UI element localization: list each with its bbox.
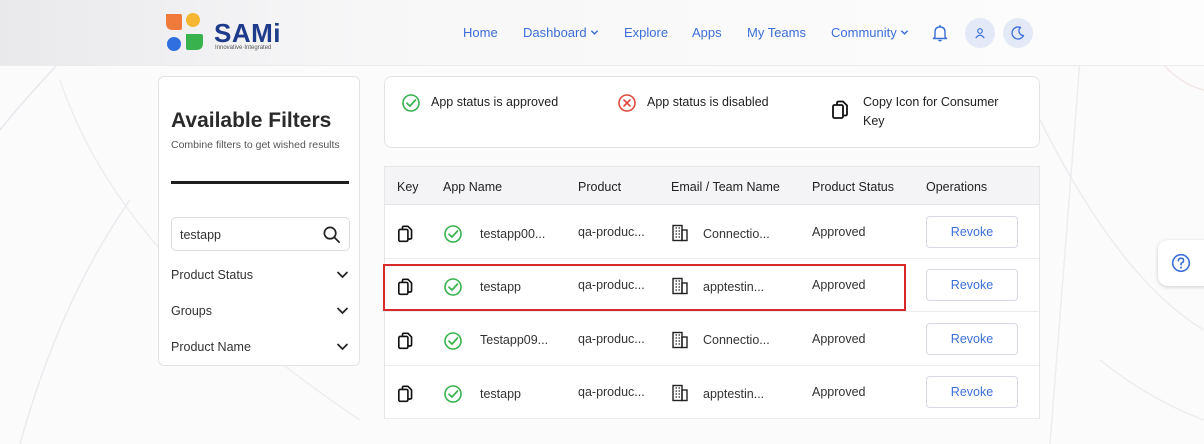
- chevron-down-icon: [336, 307, 349, 315]
- revoke-button[interactable]: Revoke: [926, 376, 1018, 408]
- chevron-down-icon: [900, 30, 908, 35]
- app-name-cell: Testapp09...: [480, 333, 549, 347]
- team-cell: Connectio...: [703, 333, 770, 347]
- col-email-team: Email / Team Name: [671, 180, 780, 194]
- app-name-cell: testapp: [480, 280, 522, 294]
- status-legend: App status is approved App status is dis…: [384, 76, 1040, 148]
- col-product: Product: [578, 180, 622, 194]
- filter-label: Groups: [171, 304, 212, 318]
- filter-product-name[interactable]: Product Name: [171, 338, 349, 358]
- building-icon: [672, 277, 688, 295]
- table-row: Testapp09... qa-produc... Connectio... A…: [385, 313, 1039, 366]
- check-circle-icon: [444, 385, 462, 403]
- table-row: testapp qa-produc... apptestin... Approv…: [385, 366, 1039, 419]
- team-cell: Connectio...: [703, 227, 770, 241]
- product-cell: qa-produc...: [578, 385, 645, 399]
- filters-divider: [171, 181, 349, 184]
- filter-label: Product Status: [171, 268, 253, 282]
- nav-explore[interactable]: Explore: [624, 25, 668, 40]
- copy-key-icon[interactable]: [397, 277, 417, 297]
- filter-label: Product Name: [171, 340, 251, 354]
- legend-disabled-text: App status is disabled: [647, 95, 769, 109]
- copy-key-icon[interactable]: [397, 331, 417, 351]
- status-cell: Approved: [812, 385, 866, 399]
- check-circle-icon: [402, 94, 420, 112]
- theme-toggle-button[interactable]: [1003, 18, 1033, 48]
- check-circle-icon: [444, 278, 462, 296]
- col-key: Key: [397, 180, 419, 194]
- nav-dashboard[interactable]: Dashboard: [523, 25, 599, 40]
- table-row: testapp qa-produc... apptestin... Approv…: [385, 259, 1039, 312]
- team-cell: apptestin...: [703, 387, 765, 401]
- building-icon: [672, 331, 688, 349]
- app-search-input[interactable]: testapp: [171, 217, 350, 251]
- user-profile-button[interactable]: [965, 18, 995, 48]
- x-circle-icon: [618, 94, 636, 112]
- help-button[interactable]: [1158, 240, 1204, 286]
- status-cell: Approved: [812, 225, 866, 239]
- col-app-name: App Name: [443, 180, 503, 194]
- product-cell: qa-produc...: [578, 332, 645, 346]
- legend-approved: App status is approved: [401, 93, 558, 113]
- user-icon: [975, 28, 985, 39]
- top-header: SAMi Innovative·Integrated Home Dashboar…: [0, 0, 1204, 66]
- apps-table: Key App Name Product Email / Team Name P…: [384, 166, 1040, 419]
- brand-tagline: Innovative·Integrated: [215, 45, 272, 51]
- brand-logo[interactable]: SAMi Innovative·Integrated: [164, 12, 294, 56]
- revoke-button[interactable]: Revoke: [926, 216, 1018, 248]
- table-row: testapp00... qa-produc... Connectio... A…: [385, 206, 1039, 259]
- filter-product-status[interactable]: Product Status: [171, 266, 349, 286]
- logo-mark-icon: [166, 13, 203, 51]
- status-cell: Approved: [812, 332, 866, 346]
- filters-subtitle: Combine filters to get wished results: [171, 139, 340, 151]
- nav-home-label: Home: [463, 25, 498, 40]
- revoke-button[interactable]: Revoke: [926, 269, 1018, 301]
- copy-icon: [832, 100, 848, 119]
- filters-title: Available Filters: [171, 109, 332, 132]
- legend-copy: Copy Icon for Consumer Key: [831, 93, 1013, 131]
- nav-dashboard-label: Dashboard: [523, 25, 587, 40]
- nav-apps-label: Apps: [692, 25, 722, 40]
- search-input-value: testapp: [180, 228, 222, 242]
- status-cell: Approved: [812, 278, 866, 292]
- col-operations: Operations: [926, 180, 988, 194]
- nav-apps[interactable]: Apps: [692, 25, 722, 40]
- check-circle-icon: [444, 225, 462, 243]
- legend-disabled: App status is disabled: [617, 93, 769, 113]
- app-name-cell: testapp00...: [480, 227, 546, 241]
- filter-groups[interactable]: Groups: [171, 302, 349, 322]
- nav-community[interactable]: Community: [831, 25, 909, 40]
- nav-home[interactable]: Home: [463, 25, 498, 40]
- copy-key-icon[interactable]: [397, 224, 417, 244]
- chevron-down-icon: [336, 271, 349, 279]
- nav-my-teams[interactable]: My Teams: [747, 25, 806, 40]
- filters-panel: Available Filters Combine filters to get…: [158, 76, 360, 366]
- copy-key-icon[interactable]: [397, 384, 417, 404]
- revoke-button[interactable]: Revoke: [926, 323, 1018, 355]
- nav-community-label: Community: [831, 25, 897, 40]
- product-cell: qa-produc...: [578, 225, 645, 239]
- check-circle-icon: [444, 332, 462, 350]
- nav-explore-label: Explore: [624, 25, 669, 40]
- moon-icon: [1011, 26, 1025, 40]
- search-icon[interactable]: [322, 225, 341, 244]
- chevron-down-icon: [590, 30, 598, 35]
- building-icon: [672, 384, 688, 402]
- table-header: Key App Name Product Email / Team Name P…: [385, 167, 1039, 205]
- app-name-cell: testapp: [480, 387, 522, 401]
- legend-approved-text: App status is approved: [431, 95, 559, 109]
- nav-my-teams-label: My Teams: [747, 25, 806, 40]
- bell-icon[interactable]: [932, 24, 948, 42]
- product-cell: qa-produc...: [578, 278, 645, 292]
- team-cell: apptestin...: [703, 280, 765, 294]
- col-product-status: Product Status: [812, 180, 894, 194]
- chevron-down-icon: [336, 343, 349, 351]
- legend-copy-text: Copy Icon for Consumer Key: [863, 95, 999, 128]
- building-icon: [672, 224, 688, 242]
- question-circle-icon: [1171, 253, 1191, 273]
